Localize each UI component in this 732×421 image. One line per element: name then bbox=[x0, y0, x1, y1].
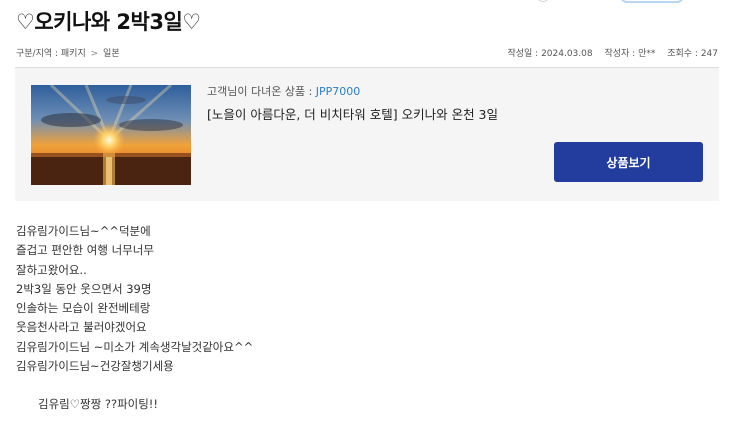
top-decoration-button-edge[interactable] bbox=[620, 0, 684, 3]
sunset-photo-icon bbox=[31, 85, 191, 185]
chevron-right-icon: > bbox=[90, 49, 99, 59]
breadcrumb-category: 구분/지역 : 패키지 bbox=[16, 49, 86, 59]
view-product-button[interactable]: 상품보기 bbox=[554, 142, 703, 182]
review-line: 웃음천사라고 불러야겠어요 bbox=[16, 320, 147, 335]
top-decoration-left bbox=[536, 0, 550, 2]
post-author: 작성자 : 안** bbox=[604, 49, 656, 59]
breadcrumb-region[interactable]: 일본 bbox=[103, 49, 120, 59]
post-views: 조회수 : 247 bbox=[667, 49, 718, 59]
product-card: 고객님이 다녀온 상품 : JPP7000 [노을이 아름다운, 더 비치타워 … bbox=[15, 67, 719, 201]
product-thumbnail[interactable] bbox=[31, 85, 191, 185]
breadcrumb: 구분/지역 : 패키지 > 일본 bbox=[16, 46, 120, 59]
review-line: 김유림가이드님~^^덕분에 bbox=[16, 224, 151, 238]
review-line: 김유림가이드님~건강잘챙기세용 bbox=[16, 359, 174, 374]
product-label-row: 고객님이 다녀온 상품 : JPP7000 bbox=[207, 83, 360, 99]
review-line: 2박3일 동안 웃으면서 39명 bbox=[16, 281, 152, 296]
product-label: 고객님이 다녀온 상품 : bbox=[207, 85, 316, 98]
review-line: 잘하고왔어요.. bbox=[16, 262, 87, 277]
product-name[interactable]: [노을이 아름다운, 더 비치타워 호텔] 오키나와 온천 3일 bbox=[207, 104, 498, 123]
post-date: 작성일 : 2024.03.08 bbox=[507, 49, 593, 59]
review-body: 김유림가이드님~^^덕분에 즐겁고 편안한 여행 너무너무 잘하고왔어요.. 2… bbox=[16, 222, 253, 415]
review-spacer bbox=[16, 376, 253, 395]
review-line: 김유림가이드님 ~미소가 계속생각날것같아요^^ bbox=[16, 339, 254, 354]
page-title: ♡오키나와 2박3일♡ bbox=[16, 10, 201, 34]
product-code[interactable]: JPP7000 bbox=[316, 85, 361, 98]
review-line: 인솔하는 모습이 완전베테랑 bbox=[16, 301, 151, 316]
post-meta: 작성일 : 2024.03.08 작성자 : 안** 조회수 : 247 bbox=[498, 46, 718, 59]
review-line: 즐겁고 편안한 여행 너무너무 bbox=[16, 243, 154, 258]
review-closing-line: 김유림♡짱짱 ??파이팅!! bbox=[38, 397, 159, 412]
